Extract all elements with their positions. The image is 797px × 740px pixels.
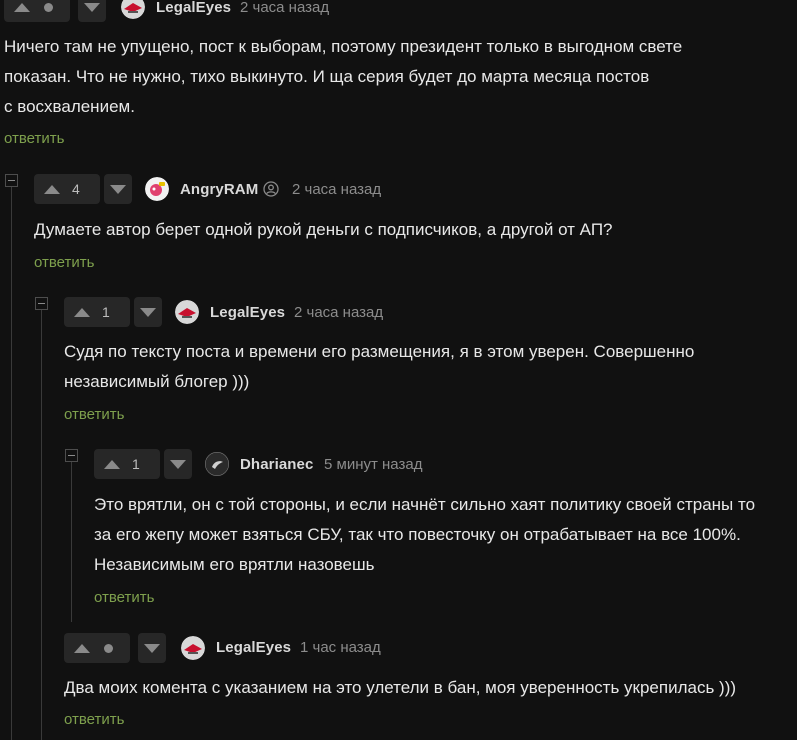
vote-control: 1 xyxy=(94,449,160,479)
reply-link[interactable]: ответить xyxy=(34,254,94,271)
comment-text-line: Ничего там не упущено, пост к выборам, п… xyxy=(4,37,683,56)
user-circle-icon xyxy=(263,181,279,197)
comment-time[interactable]: 2 часа назад xyxy=(292,181,381,198)
comment-text-line: Два моих комента с указанием на это улет… xyxy=(64,678,737,697)
reply-link[interactable]: ответить xyxy=(94,589,154,606)
rating-count: 4 xyxy=(72,181,80,197)
rating-count: 1 xyxy=(132,456,140,472)
downvote-button[interactable] xyxy=(164,449,192,479)
downvote-icon xyxy=(84,2,100,12)
rating-count: 1 xyxy=(102,304,110,320)
comment-text-line: независимый блогер ))) xyxy=(64,372,250,391)
downvote-button[interactable] xyxy=(134,297,162,327)
avatar[interactable] xyxy=(145,177,169,201)
upvote-icon[interactable] xyxy=(14,2,30,12)
collapse-toggle[interactable] xyxy=(5,174,18,187)
downvote-icon xyxy=(110,184,126,194)
comment-time[interactable]: 2 часа назад xyxy=(294,304,383,321)
comment-time[interactable]: 2 часа назад xyxy=(240,0,329,16)
comment-text-line: показан. Что не нужно, тихо выкинуто. И … xyxy=(4,67,650,86)
comment-time[interactable]: 1 час назад xyxy=(300,639,381,656)
reply-link[interactable]: ответить xyxy=(4,130,64,147)
vote-control xyxy=(64,633,130,663)
comment-text-line: Это врятли, он с той стороны, и если нач… xyxy=(94,495,756,514)
comment-author[interactable]: LegalEyes xyxy=(156,0,231,16)
thread-line xyxy=(11,186,12,740)
avatar[interactable] xyxy=(121,0,145,19)
comment-text-line: Думаете автор берет одной рукой деньги с… xyxy=(34,220,613,239)
comment-text-line: с восхвалением. xyxy=(4,97,135,116)
upvote-icon[interactable] xyxy=(74,643,90,653)
vote-control: 1 xyxy=(64,297,130,327)
comment-text-line: Судя по тексту поста и времени его разме… xyxy=(64,342,695,361)
reply-link[interactable]: ответить xyxy=(64,406,124,423)
avatar[interactable] xyxy=(205,452,229,476)
thread-line xyxy=(71,462,72,622)
comment-text-line: за его жепу может взяться СБУ, так что п… xyxy=(94,525,741,544)
thread-line xyxy=(41,310,42,740)
rating-hidden-icon xyxy=(44,2,53,12)
upvote-icon[interactable] xyxy=(74,307,90,317)
upvote-icon[interactable] xyxy=(104,459,120,469)
comment-author[interactable]: LegalEyes xyxy=(216,639,291,656)
avatar[interactable] xyxy=(181,636,205,660)
downvote-icon xyxy=(144,643,160,653)
rating-hidden-icon xyxy=(104,643,113,653)
avatar[interactable] xyxy=(175,300,199,324)
downvote-icon xyxy=(170,459,186,469)
vote-control: 4 xyxy=(34,174,100,204)
downvote-button[interactable] xyxy=(78,0,106,22)
upvote-icon[interactable] xyxy=(44,184,60,194)
comment-author[interactable]: Dharianec xyxy=(240,456,313,473)
downvote-button[interactable] xyxy=(138,633,166,663)
comment-text-line: Независимым его врятли назовешь xyxy=(94,555,375,574)
comment-author[interactable]: LegalEyes xyxy=(210,304,285,321)
comment-author[interactable]: AngryRAM xyxy=(180,181,258,198)
comment-time[interactable]: 5 минут назад xyxy=(324,456,422,473)
downvote-icon xyxy=(140,307,156,317)
reply-link[interactable]: ответить xyxy=(64,711,124,728)
collapse-toggle[interactable] xyxy=(35,297,48,310)
downvote-button[interactable] xyxy=(104,174,132,204)
collapse-toggle[interactable] xyxy=(65,449,78,462)
vote-control xyxy=(4,0,70,22)
